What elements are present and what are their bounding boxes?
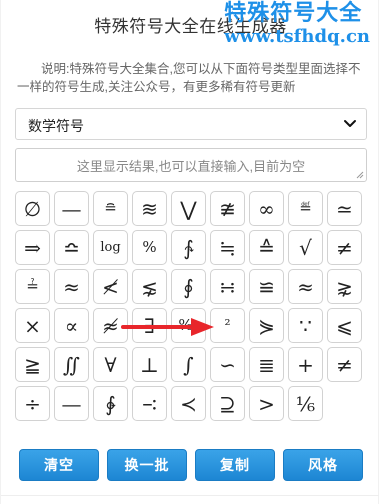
symbol-type-select[interactable]: 数学符号 — [15, 108, 367, 140]
symbol-button[interactable]: ≉ — [93, 308, 128, 343]
chevron-down-icon — [344, 120, 356, 127]
symbol-button[interactable]: ∲ — [93, 386, 128, 421]
symbol-button[interactable]: ∞ — [249, 191, 284, 226]
clear-button[interactable]: 清空 — [19, 449, 99, 481]
result-textarea[interactable]: 这里显示结果,也可以直接输入,目前为空 — [15, 148, 367, 182]
symbol-button[interactable]: × — [15, 308, 50, 343]
symbol-button[interactable]: ≈ — [288, 269, 323, 304]
symbol-button[interactable]: ≌ — [249, 269, 284, 304]
symbol-button[interactable]: ≺ — [171, 386, 206, 421]
symbol-button[interactable]: ∝ — [54, 308, 89, 343]
symbol-button[interactable]: ∮ — [171, 269, 206, 304]
symbol-button[interactable]: ≋ — [132, 191, 167, 226]
symbol-button[interactable]: ∫ — [171, 347, 206, 382]
symbol-button[interactable]: ⩽ — [327, 308, 362, 343]
page-title: 特殊符号大全在线生成器 — [94, 17, 287, 36]
symbol-button[interactable]: ≙ — [249, 230, 284, 265]
shuffle-button[interactable]: 换一批 — [107, 449, 187, 481]
symbol-button[interactable]: ÷ — [15, 386, 50, 421]
symbol-button[interactable]: ≘ — [93, 191, 128, 226]
symbol-button[interactable]: ≇ — [210, 191, 245, 226]
symbol-button[interactable]: ≣ — [249, 347, 284, 382]
symbol-button[interactable]: ⊇ — [210, 386, 245, 421]
symbol-button[interactable]: — — [54, 191, 89, 226]
symbol-button[interactable]: ≝ — [288, 191, 323, 226]
symbol-button[interactable]: log — [93, 230, 128, 265]
description-text: 说明:特殊符号大全集合,您可以从下面符号类型里面选择不一样的符号生成,关注公众号… — [17, 62, 361, 94]
symbol-button[interactable]: ≟ — [15, 269, 50, 304]
symbol-button[interactable]: ∅ — [15, 191, 50, 226]
resize-handle-icon[interactable] — [356, 171, 364, 179]
symbol-button[interactable]: ≠ — [327, 230, 362, 265]
symbol-button[interactable]: ≃ — [327, 191, 362, 226]
symbol-button[interactable]: ⋟ — [249, 308, 284, 343]
symbol-button[interactable]: ∵ — [288, 308, 323, 343]
symbol-button[interactable]: ≈ — [54, 269, 89, 304]
copy-button[interactable]: 复制 — [195, 449, 275, 481]
symbol-button[interactable]: ⋧ — [327, 269, 362, 304]
select-value: 数学符号 — [28, 118, 84, 134]
result-placeholder: 这里显示结果,也可以直接输入,目前为空 — [76, 159, 306, 174]
symbol-button[interactable]: ∀ — [93, 347, 128, 382]
symbol-button[interactable]: ⅙ — [288, 386, 323, 421]
symbol-button[interactable]: ≒ — [210, 230, 245, 265]
symbol-button[interactable]: ∽ — [210, 347, 245, 382]
symbol-button[interactable]: ⋁ — [171, 191, 206, 226]
symbol-button[interactable]: ∺ — [210, 269, 245, 304]
symbol-button[interactable]: √ — [288, 230, 323, 265]
symbol-button[interactable]: ∃ — [132, 308, 167, 343]
symbol-button[interactable]: + — [288, 347, 323, 382]
symbol-button[interactable]: ⊥ — [132, 347, 167, 382]
page: 特殊符号大全在线生成器 特殊符号大全 www.tsfhdq.cn 说明:特殊符号… — [0, 0, 379, 504]
symbol-button[interactable]: ⋦ — [132, 269, 167, 304]
symbol-button[interactable]: % — [132, 230, 167, 265]
divider — [1, 495, 379, 496]
symbol-button[interactable]: ‰ — [171, 308, 206, 343]
symbol-button[interactable]: ∬ — [54, 347, 89, 382]
symbol-button[interactable]: ≠ — [327, 347, 362, 382]
symbol-button[interactable]: > — [249, 386, 284, 421]
style-button[interactable]: 风格 — [283, 449, 363, 481]
action-bar: 清空 换一批 复制 风格 — [19, 449, 363, 481]
symbol-button[interactable]: ² — [210, 308, 245, 343]
symbol-button[interactable]: ∱ — [171, 230, 206, 265]
symbol-button[interactable]: ∹ — [132, 386, 167, 421]
symbol-grid: ∅ — ≘ ≋ ⋁ ≇ ∞ ≝ ≃ ⇒ ≏ log% ∱ ≒ ≙ √ ≠ ≟ ≈ ≮ ⋦ ∮ ∺ ≌ ≈ ⋧ × ∝ ≉ ∃ ‰ ² ⋟ ∵ ⩽ ≧ ∬… — [15, 191, 367, 421]
symbol-button[interactable]: ⇒ — [15, 230, 50, 265]
symbol-button[interactable]: ≧ — [15, 347, 50, 382]
symbol-button[interactable]: — — [54, 386, 89, 421]
symbol-button[interactable]: ≮ — [93, 269, 128, 304]
symbol-button[interactable]: ≏ — [54, 230, 89, 265]
